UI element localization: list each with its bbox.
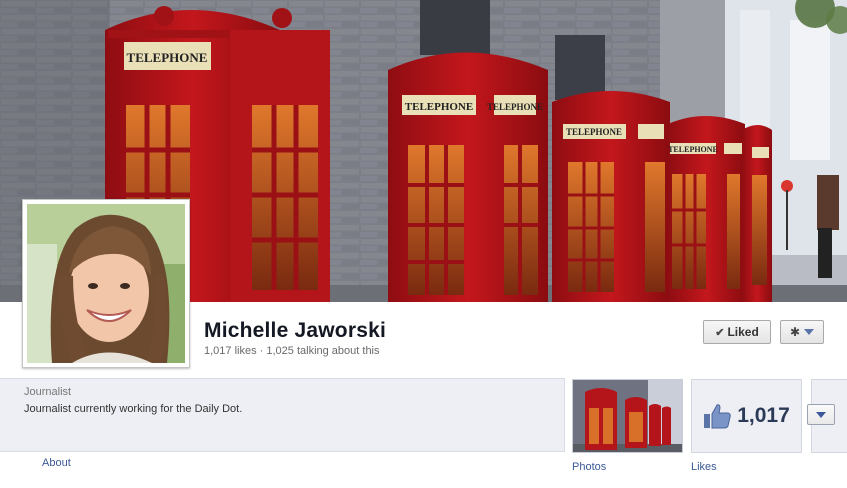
profile-picture[interactable]: [22, 199, 190, 368]
expand-apps-button[interactable]: [807, 404, 835, 425]
chevron-down-icon: [816, 411, 826, 418]
settings-dropdown-button[interactable]: ✱: [780, 320, 824, 344]
chevron-down-icon: [804, 329, 815, 335]
page-title[interactable]: Michelle Jaworski: [204, 319, 386, 343]
likes-tile[interactable]: 1,017: [691, 379, 802, 453]
liked-button[interactable]: ✔ Liked: [703, 320, 771, 344]
svg-text:TELEPHONE: TELEPHONE: [487, 102, 543, 112]
photos-tile[interactable]: [572, 379, 683, 453]
likes-count: 1,017: [737, 404, 790, 427]
svg-text:TELEPHONE: TELEPHONE: [668, 145, 718, 154]
page-stats: 1,017 likes · 1,025 talking about this: [204, 345, 380, 357]
svg-text:TELEPHONE: TELEPHONE: [566, 127, 622, 137]
about-description: Journalist currently working for the Dai…: [24, 403, 243, 415]
about-link[interactable]: About: [42, 457, 71, 469]
likes-label[interactable]: Likes: [691, 461, 717, 473]
about-category: Journalist: [24, 386, 72, 398]
thumbs-up-icon: [704, 404, 731, 429]
photos-thumbnail: [573, 380, 682, 452]
liked-button-label: Liked: [727, 325, 759, 339]
check-icon: ✔: [715, 326, 725, 339]
cover-sign-text: TELEPHONE: [127, 50, 208, 65]
gear-icon: ✱: [789, 325, 801, 339]
avatar: [27, 204, 185, 363]
cover-sign-text: TELEPHONE: [405, 101, 473, 113]
about-box[interactable]: Journalist Journalist currently working …: [0, 378, 565, 452]
photos-label[interactable]: Photos: [572, 461, 606, 473]
